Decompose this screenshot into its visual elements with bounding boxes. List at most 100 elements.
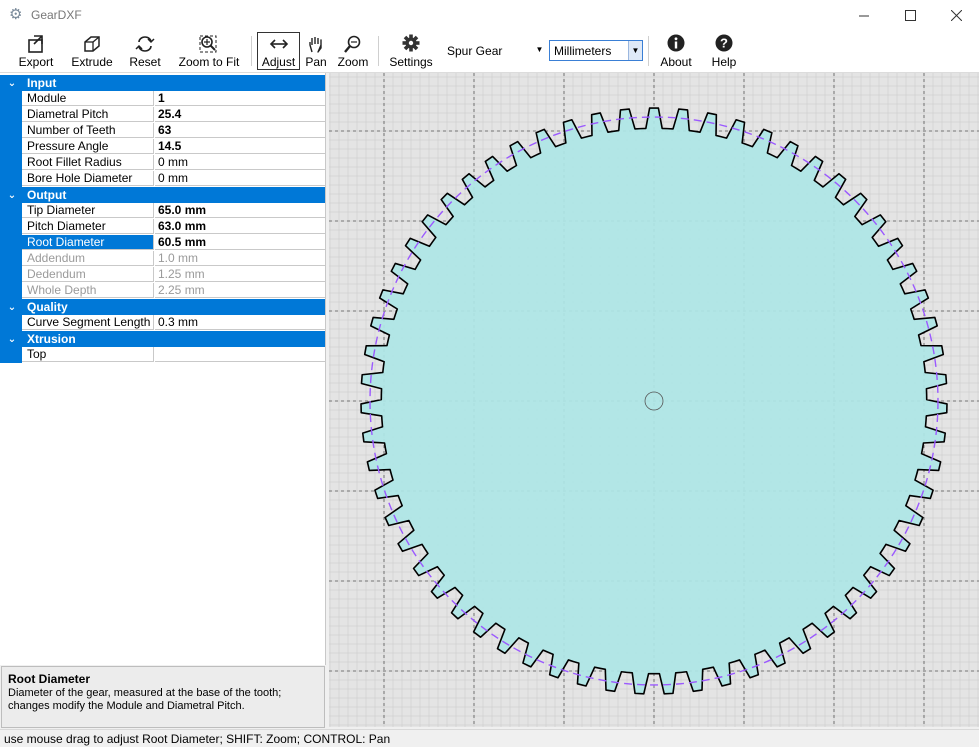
toolbar-separator [648, 36, 649, 66]
gear-type-value: Spur Gear [447, 43, 503, 58]
category-output[interactable]: ⌄ Output [0, 187, 325, 203]
hand-icon [309, 37, 322, 53]
export-icon [28, 35, 43, 53]
zoom-to-fit-button[interactable]: Zoom to Fit [174, 33, 244, 69]
extrude-button[interactable]: Extrude [68, 33, 116, 69]
property-row-root-fillet-radius[interactable]: Root Fillet Radius 0 mm [0, 155, 325, 171]
property-row-module[interactable]: Module 1 [0, 91, 325, 107]
property-value: 1.25 mm [155, 267, 325, 282]
property-row-addendum: Addendum 1.0 mm [0, 251, 325, 267]
property-name: Addendum [22, 251, 154, 266]
property-row-tip-diameter[interactable]: Tip Diameter 65.0 mm [0, 203, 325, 219]
property-name: Diametral Pitch [22, 107, 154, 122]
reset-label: Reset [129, 55, 161, 69]
settings-button[interactable]: Settings [386, 33, 436, 69]
toolbar-separator [378, 36, 379, 66]
category-xtrusion[interactable]: ⌄ Xtrusion [0, 331, 325, 347]
property-row-number-of-teeth[interactable]: Number of Teeth 63 [0, 123, 325, 139]
help-title: Root Diameter [8, 672, 91, 686]
close-button[interactable] [933, 0, 979, 31]
property-value[interactable]: 65.0 mm [155, 203, 325, 218]
property-value[interactable]: 0.3 mm [155, 315, 325, 330]
zoom-to-fit-icon [199, 35, 217, 53]
property-value[interactable]: 25.4 [155, 107, 325, 122]
property-value[interactable]: 1 [155, 91, 325, 106]
zoom-to-fit-label: Zoom to Fit [178, 55, 240, 69]
property-value[interactable]: 0 mm [155, 155, 325, 170]
help-button[interactable]: ? Help [707, 33, 741, 69]
property-value[interactable] [155, 347, 325, 362]
chevron-down-icon[interactable]: ⌄ [5, 299, 19, 315]
reset-button[interactable]: Reset [126, 33, 164, 69]
property-name: Tip Diameter [22, 203, 154, 218]
property-name: Root Diameter [22, 235, 154, 250]
property-name: Curve Segment Length [22, 315, 154, 330]
minimize-icon [859, 15, 869, 16]
property-value: 1.0 mm [155, 251, 325, 266]
about-button[interactable]: About [655, 33, 697, 69]
help-description: Diameter of the gear, measured at the ba… [8, 687, 282, 712]
toolbar-separator [251, 36, 252, 66]
gear-drawing-canvas[interactable] [329, 73, 979, 727]
reset-icon [135, 36, 155, 52]
pan-label: Pan [305, 55, 327, 69]
gear-icon: ⚙ [9, 6, 23, 23]
maximize-icon [904, 10, 916, 21]
settings-label: Settings [389, 55, 433, 69]
category-label: Output [27, 188, 67, 202]
property-row-pressure-angle[interactable]: Pressure Angle 14.5 [0, 139, 325, 155]
maximize-button[interactable] [887, 0, 933, 31]
svg-text:?: ? [720, 36, 728, 51]
close-icon [950, 10, 962, 21]
help-label: Help [711, 55, 737, 69]
property-row-curve-segment-length[interactable]: Curve Segment Length 0.3 mm [0, 315, 325, 331]
property-row-bore-hole-diameter[interactable]: Bore Hole Diameter 0 mm [0, 171, 325, 187]
category-label: Quality [27, 300, 68, 314]
property-name: Dedendum [22, 267, 154, 282]
about-label: About [660, 55, 692, 69]
property-name: Module [22, 91, 154, 106]
magnifier-icon [344, 35, 361, 53]
settings-gear-icon [402, 34, 420, 52]
units-value: Millimeters [554, 43, 612, 58]
chevron-down-icon: ▼ [628, 41, 642, 60]
chevron-down-icon[interactable]: ⌄ [5, 331, 19, 347]
property-name: Pressure Angle [22, 139, 154, 154]
property-row-top[interactable]: Top [0, 347, 325, 363]
property-name: Number of Teeth [22, 123, 154, 138]
category-input[interactable]: ⌄ Input [0, 75, 325, 91]
property-value[interactable]: 63 [155, 123, 325, 138]
property-row-whole-depth: Whole Depth 2.25 mm [0, 283, 325, 299]
gear-type-select[interactable]: Spur Gear ▼ [443, 40, 546, 61]
property-value[interactable]: 60.5 mm [155, 235, 325, 250]
toolbar: Export Extrude Reset Zoom to Fit Adjust … [0, 31, 979, 73]
property-name: Bore Hole Diameter [22, 171, 154, 186]
extrude-icon [84, 36, 100, 52]
title-bar: ⚙ GearDXF [0, 0, 979, 31]
export-button[interactable]: Export [14, 33, 58, 69]
minimize-button[interactable] [841, 0, 887, 31]
property-row-dedendum: Dedendum 1.25 mm [0, 267, 325, 283]
property-value[interactable]: 0 mm [155, 171, 325, 186]
property-name: Pitch Diameter [22, 219, 154, 234]
property-grid: ⌄ Input Module 1 Diametral Pitch 25.4 Numb… [0, 73, 326, 665]
zoom-label: Zoom [337, 55, 369, 69]
zoom-button[interactable]: Zoom [335, 33, 371, 69]
pan-button[interactable]: Pan [303, 33, 329, 69]
property-help-panel: Root Diameter Diameter of the gear, meas… [1, 666, 325, 728]
export-label: Export [18, 55, 54, 69]
chevron-down-icon: ▼ [535, 45, 544, 54]
adjust-button[interactable]: Adjust [257, 32, 300, 70]
chevron-down-icon[interactable]: ⌄ [5, 187, 19, 203]
status-bar: use mouse drag to adjust Root Diameter; … [0, 729, 979, 747]
property-row-pitch-diameter[interactable]: Pitch Diameter 63.0 mm [0, 219, 325, 235]
chevron-down-icon[interactable]: ⌄ [5, 75, 19, 91]
category-quality[interactable]: ⌄ Quality [0, 299, 325, 315]
property-value[interactable]: 14.5 [155, 139, 325, 154]
property-row-diametral-pitch[interactable]: Diametral Pitch 25.4 [0, 107, 325, 123]
property-row-root-diameter[interactable]: Root Diameter 60.5 mm [0, 235, 325, 251]
units-select[interactable]: Millimeters ▼ [549, 40, 643, 61]
window-title: GearDXF [31, 8, 82, 22]
category-label: Input [27, 76, 57, 90]
property-value[interactable]: 63.0 mm [155, 219, 325, 234]
